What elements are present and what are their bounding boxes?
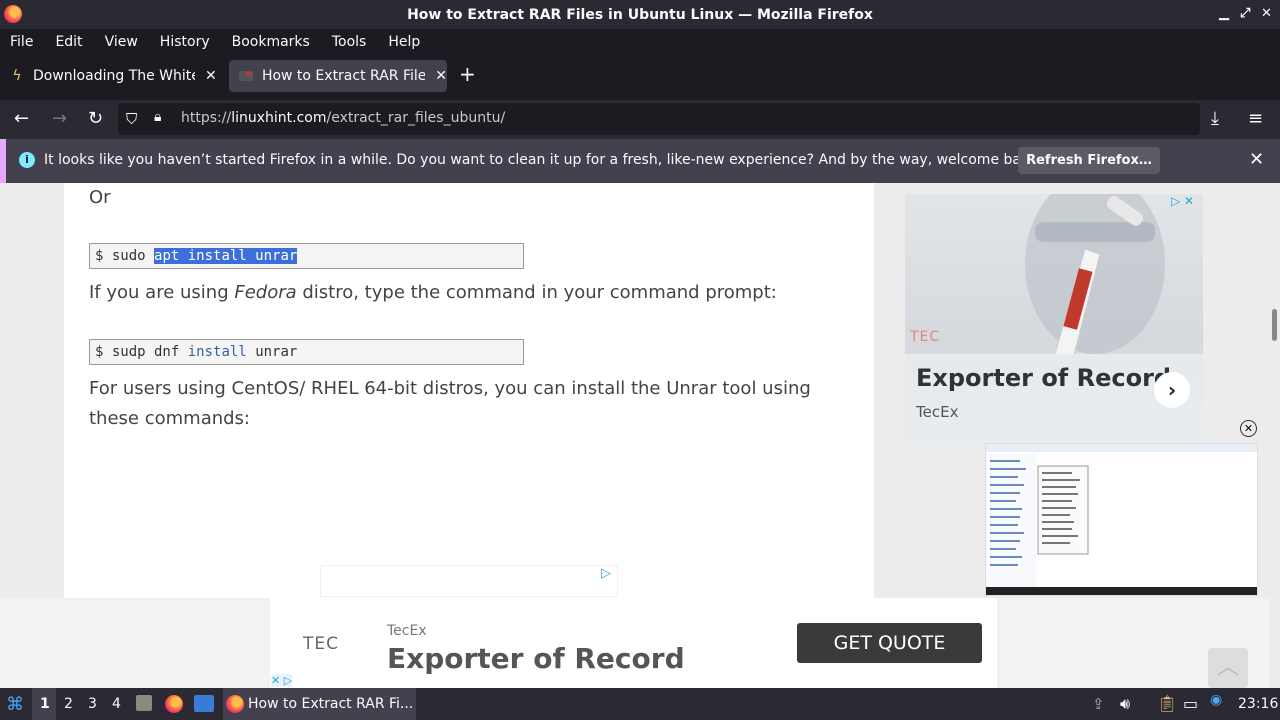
menu-history[interactable]: History	[160, 34, 210, 50]
taskbar: ⌘ 1 2 3 4 How to Extract RAR Fi... ⇪ 🔊︎ …	[0, 688, 1280, 720]
refresh-firefox-button[interactable]: Refresh Firefox…	[1018, 147, 1160, 174]
centos-line-1: For users using CentOS/ RHEL 64-bit dist…	[89, 378, 811, 399]
code-selected: apt install unrar	[154, 248, 298, 264]
code-prompt: $ sudo	[95, 248, 146, 264]
downloads-icon[interactable]: ⤓	[1211, 108, 1219, 129]
taskbar-window-title: How to Extract RAR Fi...	[248, 696, 414, 712]
url-scheme: https://	[181, 110, 232, 126]
new-tab-icon[interactable]: +	[459, 62, 476, 86]
firefox-logo-icon	[4, 5, 22, 23]
notification-bar: i It looks like you haven’t started Fire…	[0, 139, 1280, 183]
scrollbar-thumb[interactable]	[1272, 309, 1277, 341]
display-icon[interactable]: ▭	[1183, 694, 1198, 713]
ad-brand: TecEx	[916, 403, 959, 421]
tab-extract-rar[interactable]: How to Extract RAR Files in Ubuntu Linux…	[229, 60, 447, 92]
tab-downloading[interactable]: ϟ Downloading The White Lodge ✕	[0, 60, 225, 92]
bottom-ad[interactable]: TEC TecEx Exporter of Record GET QUOTE ✕…	[270, 598, 997, 688]
workspace-1[interactable]: 1	[40, 696, 50, 712]
url-domain: linuxhint.com	[231, 110, 327, 126]
start-menu-icon[interactable]: ⌘	[6, 694, 24, 715]
volume-icon[interactable]: 🔊︎	[1120, 694, 1130, 714]
inline-ad-slot[interactable]: ▷	[320, 565, 618, 597]
centos-paragraph: For users using CentOS/ RHEL 64-bit dist…	[89, 374, 811, 434]
window-titlebar: How to Extract RAR Files in Ubuntu Linux…	[0, 0, 1280, 29]
or-text: Or	[89, 187, 111, 208]
get-quote-button[interactable]: GET QUOTE	[797, 623, 982, 663]
url-text[interactable]: https://linuxhint.com/extract_rar_files_…	[181, 110, 505, 126]
fedora-em: Fedora	[234, 282, 297, 303]
ad-headline: Exporter of Record	[916, 364, 1172, 392]
file-manager-icon[interactable]	[136, 695, 152, 711]
sidebar-ad[interactable]: ▷ ✕ TEC Exporter of Record TecEx ›	[905, 194, 1203, 441]
clock: 23:16	[1238, 696, 1279, 712]
code-rest: unrar	[255, 344, 298, 360]
close-window-icon[interactable]: ✕	[1261, 6, 1272, 21]
centos-line-2: these commands:	[89, 408, 250, 429]
menu-help[interactable]: Help	[388, 34, 420, 50]
shield-icon[interactable]: ⛉	[126, 110, 137, 128]
adchoices-icon[interactable]: ▷ ✕	[1171, 194, 1194, 208]
code-prompt: $ sudp dnf	[95, 344, 180, 360]
restore-icon[interactable]: ⤢	[1240, 6, 1250, 21]
lock-icon[interactable]: 🔒︎	[154, 109, 161, 125]
clipboard-icon[interactable]: 📋︎	[1157, 694, 1177, 713]
firefox-launcher-icon[interactable]	[165, 695, 183, 713]
code-block-dnf[interactable]: $ sudp dnf install unrar	[89, 339, 524, 365]
fedora-paragraph: If you are using Fedora distro, type the…	[89, 278, 777, 308]
tray-upload-icon[interactable]: ⇪	[1092, 695, 1105, 713]
code-block-apt[interactable]: $ sudo apt install unrar	[89, 243, 524, 269]
bottom-ad-headline: Exporter of Record	[387, 642, 685, 675]
page-scrollbar[interactable]	[1269, 183, 1280, 688]
menu-bar: File Edit View History Bookmarks Tools H…	[0, 29, 1280, 54]
ad-next-icon[interactable]: ›	[1154, 372, 1190, 408]
video-preview	[986, 444, 1257, 595]
firefox-window-icon	[226, 695, 244, 713]
workspace-3[interactable]: 3	[88, 696, 97, 712]
tab-label: How to Extract RAR Files in Ubuntu Linux	[261, 68, 426, 84]
code-keyword: install	[187, 344, 247, 360]
scroll-top-icon[interactable]: ︿	[1208, 648, 1248, 688]
minimize-icon[interactable]: ▁	[1219, 6, 1229, 21]
url-path: /extract_rar_files_ubuntu/	[326, 110, 506, 126]
info-icon: i	[19, 152, 35, 168]
back-icon[interactable]: ←	[14, 108, 29, 129]
close-video-icon[interactable]: ✕	[1240, 420, 1257, 437]
adchoices-icon[interactable]: ▷	[601, 566, 611, 581]
ad-close-icon[interactable]: ✕ ▷	[271, 674, 293, 687]
menu-file[interactable]: File	[10, 34, 33, 50]
forward-icon[interactable]: →	[52, 108, 67, 129]
menu-view[interactable]: View	[105, 34, 138, 50]
workspace-2[interactable]: 2	[64, 696, 73, 712]
page-content: Or $ sudo apt install unrar If you are u…	[0, 183, 1280, 688]
tab-label: Downloading The White Lodge	[33, 68, 195, 84]
linuxhint-favicon-icon	[238, 68, 254, 84]
workspace-4[interactable]: 4	[112, 696, 121, 712]
network-icon[interactable]: ◉	[1210, 692, 1222, 708]
article-body: Or $ sudo apt install unrar If you are u…	[64, 183, 874, 603]
terminal-launcher-icon[interactable]	[194, 695, 214, 712]
reload-icon[interactable]: ↻	[88, 108, 103, 129]
close-notification-icon[interactable]: ✕	[1249, 149, 1264, 170]
menu-tools[interactable]: Tools	[332, 34, 367, 50]
app-menu-icon[interactable]: ≡	[1248, 108, 1263, 129]
bottom-ad-brand: TecEx	[387, 623, 427, 639]
close-tab-icon[interactable]: ✕	[205, 68, 217, 84]
menu-bookmarks[interactable]: Bookmarks	[232, 34, 310, 50]
video-thumbnail[interactable]	[985, 443, 1258, 596]
notification-message: It looks like you haven’t started Firefo…	[44, 152, 1043, 168]
bottom-ad-logo: TEC	[303, 634, 339, 654]
fedora-post: distro, type the command in your command…	[296, 282, 777, 303]
window-title: How to Extract RAR Files in Ubuntu Linux…	[407, 6, 873, 23]
menu-edit[interactable]: Edit	[55, 34, 82, 50]
close-tab-icon[interactable]: ✕	[435, 68, 447, 84]
fedora-pre: If you are using	[89, 282, 235, 303]
lightning-icon: ϟ	[12, 68, 22, 84]
ad-logo: TEC	[910, 329, 941, 345]
tab-bar: ϟ Downloading The White Lodge ✕ How to E…	[0, 54, 1280, 100]
